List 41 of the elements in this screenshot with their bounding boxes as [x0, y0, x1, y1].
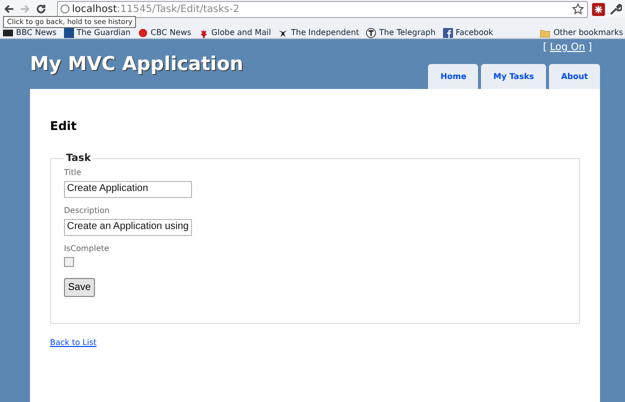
field-label: IsComplete: [64, 244, 110, 253]
address-path: :11545/Task/Edit/tasks-2: [116, 4, 240, 14]
bracket: ]: [588, 42, 592, 53]
input-field[interactable]: Create an Application using: [64, 219, 192, 236]
bookmark-link[interactable]: The Telegraph: [379, 28, 436, 37]
bookmark-link[interactable]: Facebook: [456, 28, 494, 37]
letter-t-icon: [366, 28, 376, 38]
bird-icon: [278, 28, 288, 38]
page-heading: Edit: [50, 119, 78, 133]
address-bar[interactable]: localhost:11545/Task/Edit/tasks-2: [57, 0, 588, 18]
menu-tab[interactable]: Home: [428, 64, 478, 89]
menu-tab[interactable]: About: [549, 64, 600, 89]
leaf-icon: [198, 28, 208, 38]
bracket: [: [542, 42, 547, 53]
wrench-icon[interactable]: [609, 2, 622, 16]
menu-tab[interactable]: My Tasks: [481, 64, 546, 89]
bookmark-link[interactable]: BBC News: [16, 28, 57, 37]
folder-icon: [540, 28, 550, 38]
star-icon[interactable]: [572, 3, 584, 15]
site-icon: [64, 28, 74, 38]
checkbox[interactable]: [64, 257, 74, 267]
input-field[interactable]: Create Application: [64, 181, 192, 198]
facebook-icon: [442, 28, 453, 38]
back-to-list-link[interactable]: Back to List: [50, 338, 97, 347]
page-icon: [60, 4, 70, 14]
save-button[interactable]: Save: [64, 278, 95, 297]
bookmark-link[interactable]: The Independent: [291, 28, 360, 37]
bookmark-link[interactable]: Other bookmarks: [553, 28, 623, 37]
field-label: Title: [64, 168, 82, 177]
back-icon[interactable]: [3, 3, 15, 15]
field-label: Description: [64, 206, 111, 215]
bookmark-link[interactable]: CBC News: [150, 28, 192, 37]
site-icon: [3, 28, 13, 38]
fieldset-legend: Task: [64, 153, 93, 164]
log-on-link[interactable]: Log On: [550, 42, 586, 53]
site-title: My MVC Application: [30, 53, 244, 75]
extension-icon[interactable]: [592, 2, 605, 16]
address-host: localhost: [72, 4, 117, 14]
bookmark-link[interactable]: Globe and Mail: [211, 28, 271, 37]
reload-icon[interactable]: [35, 3, 47, 15]
bookmark-link[interactable]: The Guardian: [76, 28, 131, 37]
